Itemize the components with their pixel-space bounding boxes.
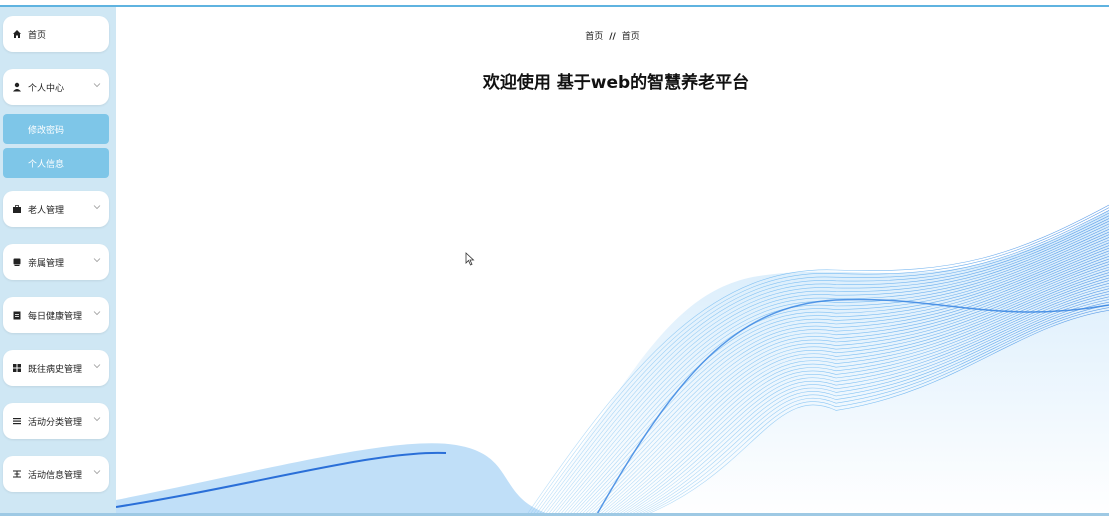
chevron-down-icon	[93, 258, 101, 263]
home-icon	[13, 30, 21, 38]
mouse-cursor-icon	[465, 252, 475, 266]
sidebar-item-label: 既往病史管理	[28, 364, 83, 375]
decorative-wave-background	[116, 204, 1109, 516]
user-icon	[13, 82, 21, 92]
chevron-down-icon	[93, 311, 101, 316]
sidebar-item-daily-health[interactable]: 每日健康管理	[3, 297, 109, 333]
sidebar-item-label: 首页	[28, 30, 47, 41]
sidebar-item-label: 每日健康管理	[28, 311, 83, 322]
sidebar-subitem-label: 个人信息	[28, 159, 65, 170]
sidebar-item-label: 活动分类管理	[28, 417, 83, 428]
align-icon	[13, 470, 21, 478]
chevron-down-icon	[93, 470, 101, 475]
sidebar-item-medical-history[interactable]: 既往病史管理	[3, 350, 109, 386]
briefcase-icon	[13, 205, 21, 213]
sidebar: 首页 个人中心 修改密码 个人信息 老人管理 亲属管理 每日健康管理 既往病史管…	[0, 7, 116, 516]
sidebar-subitem-label: 修改密码	[28, 125, 65, 136]
breadcrumb-current: 首页	[621, 32, 640, 42]
breadcrumb: 首页 // 首页	[116, 29, 1109, 42]
breadcrumb-separator: //	[609, 32, 616, 42]
chevron-down-icon	[93, 83, 101, 88]
chevron-down-icon	[93, 205, 101, 210]
drive-icon	[13, 258, 21, 266]
sidebar-item-personal-center[interactable]: 个人中心	[3, 69, 109, 105]
sidebar-item-label: 活动信息管理	[28, 470, 83, 481]
chevron-down-icon	[93, 417, 101, 422]
breadcrumb-home[interactable]: 首页	[585, 32, 603, 42]
sidebar-subitem-change-password[interactable]: 修改密码	[3, 114, 109, 144]
grid-icon	[13, 364, 21, 372]
sidebar-item-label: 老人管理	[28, 205, 65, 216]
chevron-down-icon	[93, 364, 101, 369]
sidebar-subitem-personal-info[interactable]: 个人信息	[3, 148, 109, 178]
page-title: 欢迎使用 基于web的智慧养老平台	[482, 73, 750, 93]
list-icon	[13, 418, 21, 425]
sidebar-item-elder-management[interactable]: 老人管理	[3, 191, 109, 227]
sidebar-item-label: 亲属管理	[28, 258, 65, 269]
top-accent-line	[0, 5, 1109, 7]
clipboard-icon	[13, 311, 21, 320]
sidebar-item-activity-info[interactable]: 活动信息管理	[3, 456, 109, 492]
sidebar-item-home[interactable]: 首页	[3, 16, 109, 52]
sidebar-item-activity-category[interactable]: 活动分类管理	[3, 403, 109, 439]
sidebar-item-relative-management[interactable]: 亲属管理	[3, 244, 109, 280]
sidebar-item-label: 个人中心	[28, 83, 65, 94]
